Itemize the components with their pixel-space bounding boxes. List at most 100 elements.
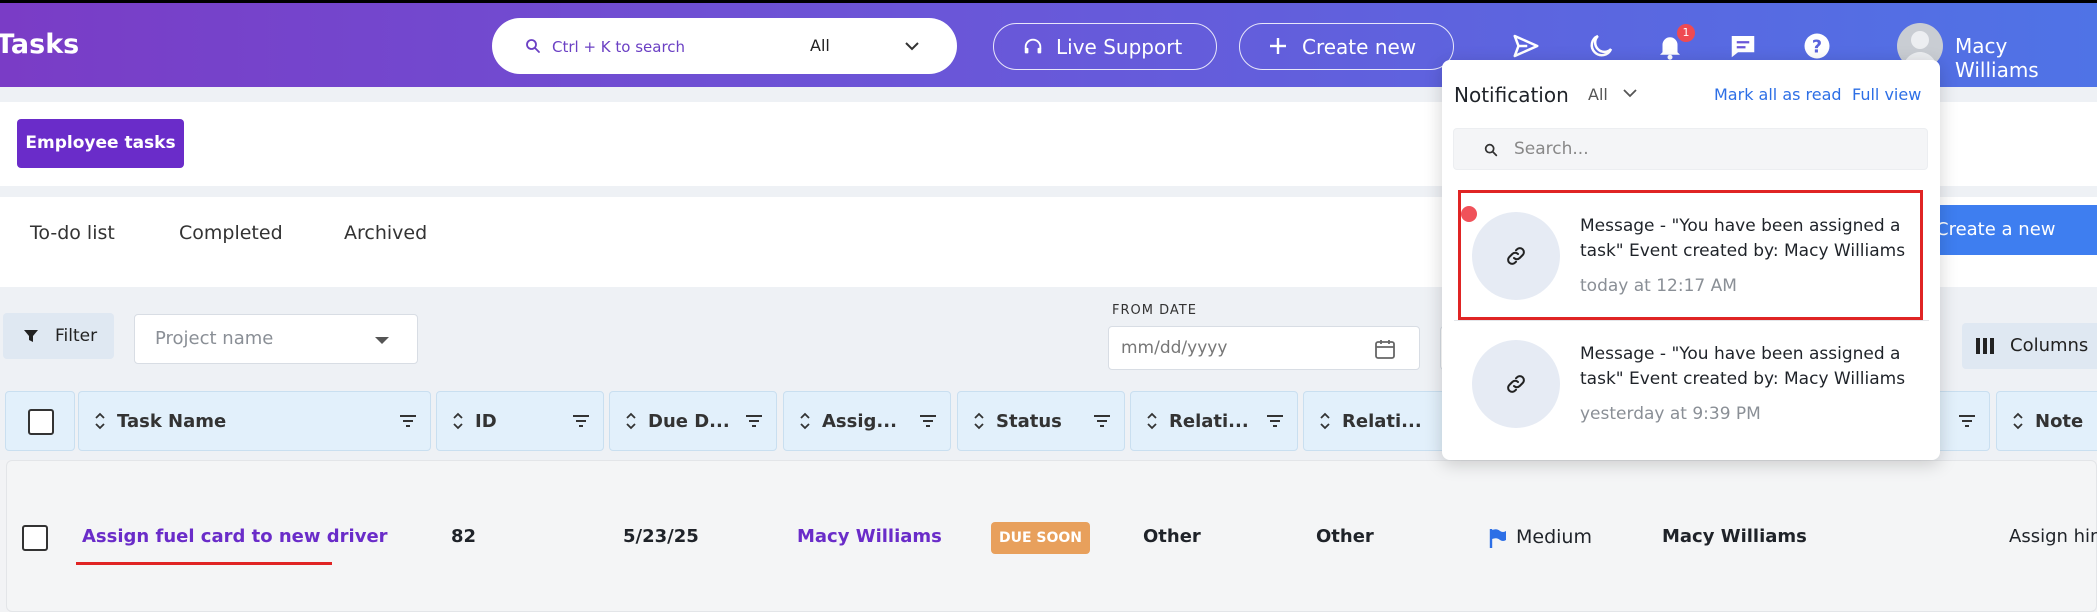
status-badge: DUE SOON (991, 522, 1090, 554)
column-header-due-date[interactable]: Due D... (609, 391, 777, 451)
column-label: Task Name (117, 411, 227, 432)
full-view-link[interactable]: Full view (1852, 85, 1921, 104)
project-name-placeholder: Project name (155, 328, 274, 349)
sort-icon[interactable] (1320, 412, 1330, 430)
user-name[interactable]: Macy Williams (1955, 34, 2097, 82)
notification-scope-select[interactable]: All (1588, 85, 1608, 104)
column-label: Note (2035, 411, 2084, 432)
create-new-button[interactable]: Create new (1239, 23, 1454, 70)
from-date-input[interactable]: mm/dd/yyyy (1108, 326, 1420, 370)
task-related-2: Other (1316, 526, 1374, 547)
chat-icon[interactable] (1728, 31, 1758, 61)
notification-search-placeholder: Search... (1514, 139, 1589, 159)
sort-icon[interactable] (800, 412, 810, 430)
notification-count-badge: 1 (1677, 24, 1695, 42)
column-header-id[interactable]: ID (436, 391, 604, 451)
create-new-label: Create new (1302, 34, 1417, 59)
sort-icon[interactable] (626, 412, 636, 430)
task-created-by: Macy Williams (1662, 526, 1807, 547)
columns-label: Columns (2010, 335, 2089, 356)
column-label: Relati... (1169, 411, 1249, 432)
notification-time: yesterday at 9:39 PM (1580, 404, 1761, 424)
columns-icon (1976, 338, 1994, 354)
column-label: Assig... (822, 411, 897, 432)
column-filter-icon[interactable] (1267, 415, 1283, 427)
live-support-label: Live Support (1056, 34, 1183, 59)
column-filter-icon[interactable] (1094, 415, 1110, 427)
search-icon (526, 39, 540, 53)
column-filter-icon[interactable] (920, 415, 936, 427)
notification-time: today at 12:17 AM (1580, 276, 1737, 296)
from-date-label: FROM DATE (1112, 303, 1197, 318)
chevron-down-icon[interactable] (1622, 87, 1638, 99)
calendar-icon[interactable] (1373, 337, 1397, 361)
tab-todo-list[interactable]: To-do list (30, 222, 115, 244)
search-input[interactable]: Ctrl + K to search (552, 38, 685, 56)
task-due-date: 5/23/25 (623, 526, 699, 547)
date-placeholder: mm/dd/yyyy (1121, 338, 1228, 358)
filter-label: Filter (55, 326, 98, 346)
column-label: ID (475, 411, 497, 432)
flag-icon (1489, 529, 1506, 548)
search-scope-select[interactable]: All (810, 36, 830, 55)
task-id: 82 (451, 526, 477, 547)
help-icon[interactable]: ? (1802, 31, 1832, 61)
live-support-button[interactable]: Live Support (993, 23, 1217, 70)
select-all-header (5, 391, 75, 451)
column-label: Status (996, 411, 1062, 432)
column-filter-icon[interactable] (746, 415, 762, 427)
caret-down-icon (375, 337, 389, 344)
plus-icon (1270, 38, 1286, 54)
column-filter-icon[interactable] (573, 415, 589, 427)
mark-all-read-link[interactable]: Mark all as read (1714, 85, 1842, 104)
svg-text:?: ? (1812, 37, 1822, 57)
page-title: Tasks (0, 29, 80, 60)
filter-button[interactable]: Filter (3, 313, 114, 359)
notification-message: Message - "You have been assigned a task… (1580, 344, 1906, 389)
notification-item[interactable]: Message - "You have been assigned a task… (1442, 306, 1940, 434)
tab-archived[interactable]: Archived (344, 222, 427, 244)
notification-title: Notification (1454, 83, 1569, 107)
sort-icon[interactable] (974, 412, 984, 430)
task-assignee-link[interactable]: Macy Williams (797, 526, 942, 547)
search-icon (1484, 143, 1498, 157)
link-icon (1507, 247, 1525, 265)
column-header-task-name[interactable]: Task Name (78, 391, 431, 451)
columns-button[interactable]: Columns (1962, 323, 2097, 369)
notification-avatar (1472, 212, 1560, 300)
headset-icon (1024, 38, 1042, 54)
unread-dot (1461, 206, 1477, 222)
notification-panel: Notification All Mark all as read Full v… (1442, 60, 1940, 460)
column-header-related-1[interactable]: Relati... (1130, 391, 1298, 451)
tab-completed[interactable]: Completed (179, 222, 283, 244)
send-icon[interactable] (1511, 31, 1541, 61)
project-name-select[interactable]: Project name (134, 314, 418, 364)
task-note: Assign him (2009, 526, 2097, 547)
notification-search-input[interactable]: Search... (1453, 128, 1928, 170)
task-related-1: Other (1143, 526, 1201, 547)
sort-icon[interactable] (453, 412, 463, 430)
row-checkbox[interactable] (22, 525, 48, 551)
notification-message: Message - "You have been assigned a task… (1580, 216, 1906, 261)
sort-icon[interactable] (1147, 412, 1157, 430)
filter-icon (24, 330, 38, 342)
column-filter-icon[interactable] (400, 415, 416, 427)
task-priority: Medium (1516, 526, 1592, 548)
column-filter-icon[interactable] (1959, 415, 1975, 427)
select-all-checkbox[interactable] (28, 409, 54, 435)
task-name-link[interactable]: Assign fuel card to new driver (82, 526, 388, 547)
column-label: Due D... (648, 411, 730, 432)
link-icon (1507, 375, 1525, 393)
create-task-button[interactable]: Create a new Task (1920, 205, 2097, 290)
sort-icon[interactable] (95, 412, 105, 430)
global-search[interactable]: Ctrl + K to search All (492, 18, 957, 74)
column-header-assignee[interactable]: Assig... (783, 391, 951, 451)
employee-tasks-button[interactable]: Employee tasks (17, 119, 184, 168)
column-header-note[interactable]: Note (1996, 391, 2097, 451)
chevron-down-icon[interactable] (904, 39, 920, 53)
moon-icon[interactable] (1586, 31, 1616, 61)
notification-item[interactable]: Message - "You have been assigned a task… (1442, 178, 1940, 320)
sort-icon[interactable] (2013, 412, 2023, 430)
column-header-status[interactable]: Status (957, 391, 1125, 451)
column-label: Relati... (1342, 411, 1422, 432)
